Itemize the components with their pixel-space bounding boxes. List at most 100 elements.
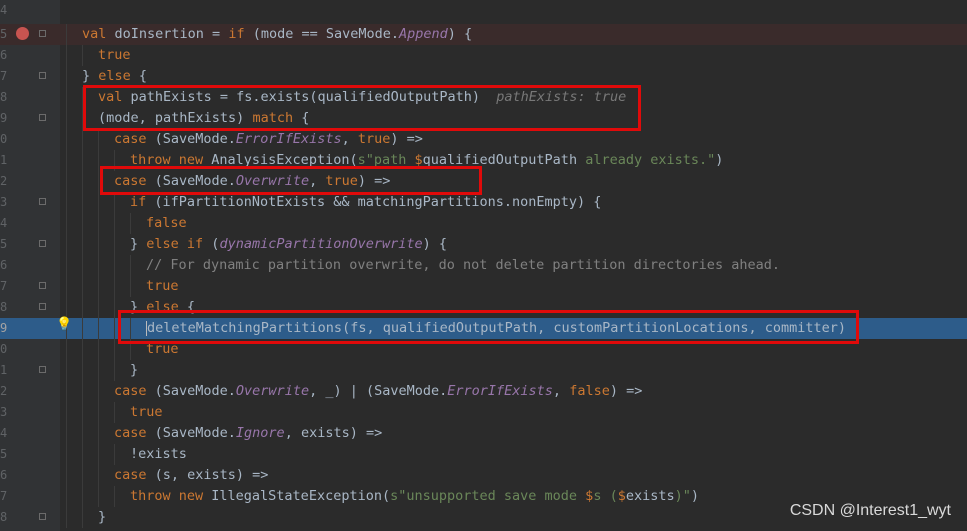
line-number: 8 xyxy=(0,90,8,104)
indent-guide xyxy=(114,255,115,276)
indent-guide xyxy=(82,255,83,276)
code-line[interactable]: 5 } else if (dynamicPartitionOverwrite) { xyxy=(0,234,967,255)
indent-guide xyxy=(82,465,83,486)
code-line[interactable]: 6 case (s, exists) => xyxy=(0,465,967,486)
indent-guide xyxy=(114,297,115,318)
code-line[interactable]: 7} else { xyxy=(0,66,967,87)
indent-guide xyxy=(98,276,99,297)
fold-marker-icon[interactable] xyxy=(39,303,46,310)
code-line[interactable]: 3 if (ifPartitionNotExists && matchingPar… xyxy=(0,192,967,213)
indent-guide xyxy=(114,360,115,381)
line-number: 4 xyxy=(0,426,8,440)
code-line[interactable]: 0 true xyxy=(0,339,967,360)
code-text: (mode, pathExists) match { xyxy=(98,110,310,126)
line-number: 7 xyxy=(0,69,8,83)
indent-guide xyxy=(130,339,131,360)
code-editor[interactable]: 4 5 val doInsertion = if (mode == SaveMode… xyxy=(0,0,967,531)
lightbulb-icon[interactable]: 💡 xyxy=(56,318,72,332)
indent-guide xyxy=(82,108,83,129)
line-number: 1 xyxy=(0,153,8,167)
fold-marker-icon[interactable] xyxy=(39,114,46,121)
fold-marker-icon[interactable] xyxy=(39,282,46,289)
line-number: 2 xyxy=(0,174,8,188)
code-text: } else if (dynamicPartitionOverwrite) { xyxy=(130,236,448,252)
indent-guide xyxy=(66,234,67,255)
indent-guide xyxy=(66,87,67,108)
indent-guide xyxy=(66,486,67,507)
code-line[interactable]: 3 true xyxy=(0,402,967,423)
code-text: true xyxy=(146,341,179,357)
indent-guide xyxy=(82,87,83,108)
indent-guide xyxy=(98,318,99,339)
code-line[interactable]: 4 case (SaveMode.Ignore, exists) => xyxy=(0,423,967,444)
indent-guide xyxy=(98,297,99,318)
line-number: 5 xyxy=(0,27,8,41)
line-number: 3 xyxy=(0,195,8,209)
indent-guide xyxy=(114,444,115,465)
indent-guide xyxy=(66,402,67,423)
fold-marker-icon[interactable] xyxy=(39,513,46,520)
code-line[interactable]: 1 throw new AnalysisException(s"path $qua… xyxy=(0,150,967,171)
code-line[interactable]: 8 val pathExists = fs.exists(qualifiedOut… xyxy=(0,87,967,108)
indent-guide xyxy=(82,129,83,150)
indent-guide xyxy=(98,423,99,444)
indent-guide xyxy=(114,213,115,234)
line-number: 6 xyxy=(0,48,8,62)
fold-marker-icon[interactable] xyxy=(39,30,46,37)
line-number: 5 xyxy=(0,237,8,251)
line-number: 6 xyxy=(0,468,8,482)
code-text: deleteMatchingPartitions(fs, qualifiedOu… xyxy=(146,320,846,336)
fold-marker-icon[interactable] xyxy=(39,72,46,79)
code-line[interactable]: 0 case (SaveMode.ErrorIfExists, true) => xyxy=(0,129,967,150)
line-number: 1 xyxy=(0,363,8,377)
indent-guide xyxy=(114,339,115,360)
code-line[interactable]: 6 // For dynamic partition overwrite, do … xyxy=(0,255,967,276)
code-line[interactable]: 4 false xyxy=(0,213,967,234)
indent-guide xyxy=(98,234,99,255)
code-line[interactable]: 4 xyxy=(0,0,967,21)
indent-guide xyxy=(130,213,131,234)
code-line[interactable]: 2 case (SaveMode.Overwrite, _) | (SaveMod… xyxy=(0,381,967,402)
line-number: 6 xyxy=(0,258,8,272)
code-text: case (s, exists) => xyxy=(114,467,269,483)
indent-guide xyxy=(114,486,115,507)
indent-guide xyxy=(66,423,67,444)
line-number: 8 xyxy=(0,510,8,524)
line-number: 4 xyxy=(0,216,8,230)
indent-guide xyxy=(98,171,99,192)
code-text: true xyxy=(130,404,163,420)
code-line[interactable]: 5 !exists xyxy=(0,444,967,465)
code-text: !exists xyxy=(130,446,187,462)
indent-guide xyxy=(82,339,83,360)
line-number: 0 xyxy=(0,132,8,146)
indent-guide xyxy=(82,402,83,423)
indent-guide xyxy=(66,129,67,150)
fold-marker-icon[interactable] xyxy=(39,366,46,373)
fold-marker-icon[interactable] xyxy=(39,198,46,205)
code-text: throw new AnalysisException(s"path $qual… xyxy=(130,152,724,168)
code-line[interactable]: 7 true xyxy=(0,276,967,297)
indent-guide xyxy=(66,24,67,45)
indent-guide xyxy=(114,402,115,423)
indent-guide xyxy=(82,192,83,213)
code-text: if (ifPartitionNotExists && matchingPart… xyxy=(130,194,602,210)
code-line[interactable]: 6 true xyxy=(0,45,967,66)
indent-guide xyxy=(66,45,67,66)
indent-guide xyxy=(66,255,67,276)
breakpoint-icon[interactable] xyxy=(16,27,29,40)
indent-guide xyxy=(98,381,99,402)
line-number: 3 xyxy=(0,405,8,419)
code-text: case (SaveMode.ErrorIfExists, true) => xyxy=(114,131,423,147)
fold-marker-icon[interactable] xyxy=(39,240,46,247)
code-line[interactable]: 1} xyxy=(0,360,967,381)
indent-guide xyxy=(66,297,67,318)
line-number: 4 xyxy=(0,3,8,17)
code-line[interactable]: 9 deleteMatchingPartitions(fs, qualifiedO… xyxy=(0,318,967,339)
code-line[interactable]: 8} else { xyxy=(0,297,967,318)
code-line[interactable]: 9 (mode, pathExists) match { xyxy=(0,108,967,129)
code-line[interactable]: 5 val doInsertion = if (mode == SaveMode.… xyxy=(0,24,967,45)
indent-guide xyxy=(114,192,115,213)
indent-guide xyxy=(82,423,83,444)
code-line[interactable]: 2 case (SaveMode.Overwrite, true) => xyxy=(0,171,967,192)
indent-guide xyxy=(66,444,67,465)
